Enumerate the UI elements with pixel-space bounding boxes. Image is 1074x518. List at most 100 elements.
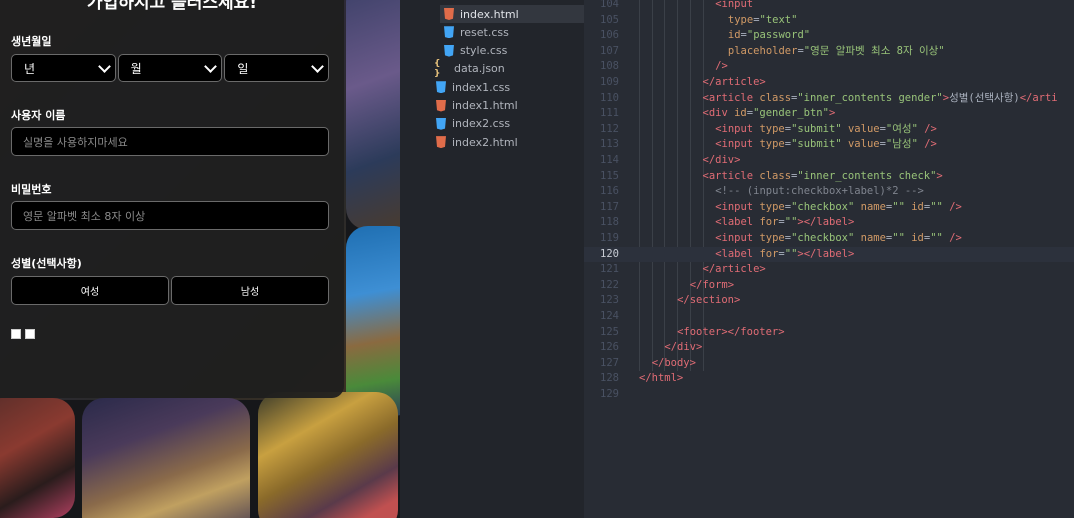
code-token: id [911,200,924,213]
signup-heading: 가입하시고 플러스세요! [86,0,258,13]
code-token: "checkbox" [791,200,855,213]
file-item[interactable]: index.html [440,5,584,23]
female-button[interactable]: 여성 [11,276,169,305]
game-thumbnail [82,398,250,518]
male-button[interactable]: 남성 [171,276,329,305]
line-number: 128 [600,372,619,385]
html-file-icon [436,99,446,112]
code-text: <!-- (input:checkbox+label)*2 --> [715,184,924,200]
line-number: 108 [600,60,619,73]
birthdate-selects: 년 월 일 [11,54,330,82]
code-token: "" [892,232,905,244]
code-text: <label for=""></label> [715,215,854,231]
day-select[interactable]: 일 [224,54,330,82]
code-token: "남성" [885,138,918,151]
code-token: class [759,91,792,104]
chevron-down-icon [311,59,324,73]
code-line: 112 <input type="submit" value="여성" /> [584,122,1074,138]
code-token: > [936,169,943,182]
code-line: 111 <div id="gender_btn"> [584,106,1074,122]
line-number: 106 [600,29,619,42]
file-item[interactable]: index2.html [436,133,584,151]
line-number: 122 [600,278,619,291]
file-name: index1.css [452,80,511,94]
code-token: ></label> [797,247,855,260]
code-line: 104 <input [584,0,1074,13]
line-number: 115 [600,169,619,182]
code-token: type [759,138,785,151]
code-token: <article [702,169,760,182]
code-token: <article [702,91,760,104]
month-select[interactable]: 월 [117,54,223,82]
code-token: </arti [1019,91,1058,104]
code-token: "" [930,200,943,213]
html-file-icon [436,136,446,149]
code-token: </div> [664,341,703,354]
year-select[interactable]: 년 [11,54,116,82]
file-item[interactable]: reset.css [440,23,584,41]
code-text: <div id="gender_btn"> [703,106,836,122]
code-token: <input [715,0,754,10]
file-name: data.json [454,62,505,76]
code-token: <input [715,232,760,244]
line-number: 116 [600,185,619,198]
code-line: 128 </html> [584,371,1074,387]
line-number: 111 [600,107,619,120]
username-label: 사용자 이름 [11,109,66,122]
line-number: 120 [600,247,619,260]
code-line: 119 <input type="checkbox" name="" id="" … [584,231,1074,247]
birthdate-label: 생년월일 [11,35,52,48]
code-editor[interactable]: 104 <input 105 type="text" 106 id="password" 1… [584,0,1074,518]
line-number: 105 [600,13,619,26]
checkbox[interactable] [25,329,35,339]
file-item[interactable]: index1.html [436,97,584,115]
chevron-down-icon [204,59,218,73]
code-token: /> [942,200,962,213]
file-name: index.html [460,7,519,21]
code-token: </section> [677,294,741,307]
line-number: 123 [600,294,619,307]
code-token: > [828,107,836,120]
code-line: 105 type="text" [584,13,1074,29]
code-line: 124 [584,309,1074,325]
line-number: 127 [600,356,619,369]
line-number: 107 [600,44,619,57]
code-token: <input [715,200,760,213]
code-line: 118 <label for=""></label> [584,215,1074,231]
password-input[interactable]: 영문 알파벳 최소 8자 이상 [11,201,329,230]
code-token: type [759,200,785,213]
code-token: </html> [639,372,684,385]
code-token: "inner_contents gender" [797,91,943,104]
checkbox[interactable] [11,329,21,339]
game-thumbnail [0,398,75,518]
file-item[interactable]: index2.css [436,115,584,133]
code-text: placeholder="영문 알파벳 최소 8자 이상" [728,44,945,60]
code-token: "submit" [791,122,842,135]
code-text: <footer></footer> [677,325,784,341]
file-item[interactable]: { } data.json [434,59,584,79]
file-item[interactable]: index1.css [436,78,584,96]
code-token: "여성" [885,122,918,135]
line-number: 129 [600,388,619,400]
code-text: <article class="inner_contents gender">성… [703,91,1058,107]
code-line: 107 placeholder="영문 알파벳 최소 8자 이상" [584,44,1074,60]
code-text: /> [715,59,728,75]
css-file-icon [444,26,454,39]
code-line: 113 <input type="submit" value="남성" /> [584,137,1074,153]
file-item[interactable]: style.css [440,42,584,60]
code-text: <input type="submit" value="여성" /> [715,122,937,138]
code-token: placeholder [727,44,798,57]
css-file-icon [436,81,446,94]
code-token: "inner_contents check" [797,169,937,182]
code-text: </div> [703,153,741,169]
line-number: 117 [600,200,619,213]
code-token: "text" [759,13,798,26]
game-thumbnail [258,392,398,518]
code-token: for [759,247,779,260]
line-number: 114 [600,154,619,166]
file-name: style.css [460,44,508,58]
username-input[interactable]: 실명을 사용하지마세요 [11,127,329,156]
code-text: <input [715,0,753,13]
code-token: value [847,122,880,135]
code-token: "영문 알파벳 최소 8자 이상" [803,44,945,57]
